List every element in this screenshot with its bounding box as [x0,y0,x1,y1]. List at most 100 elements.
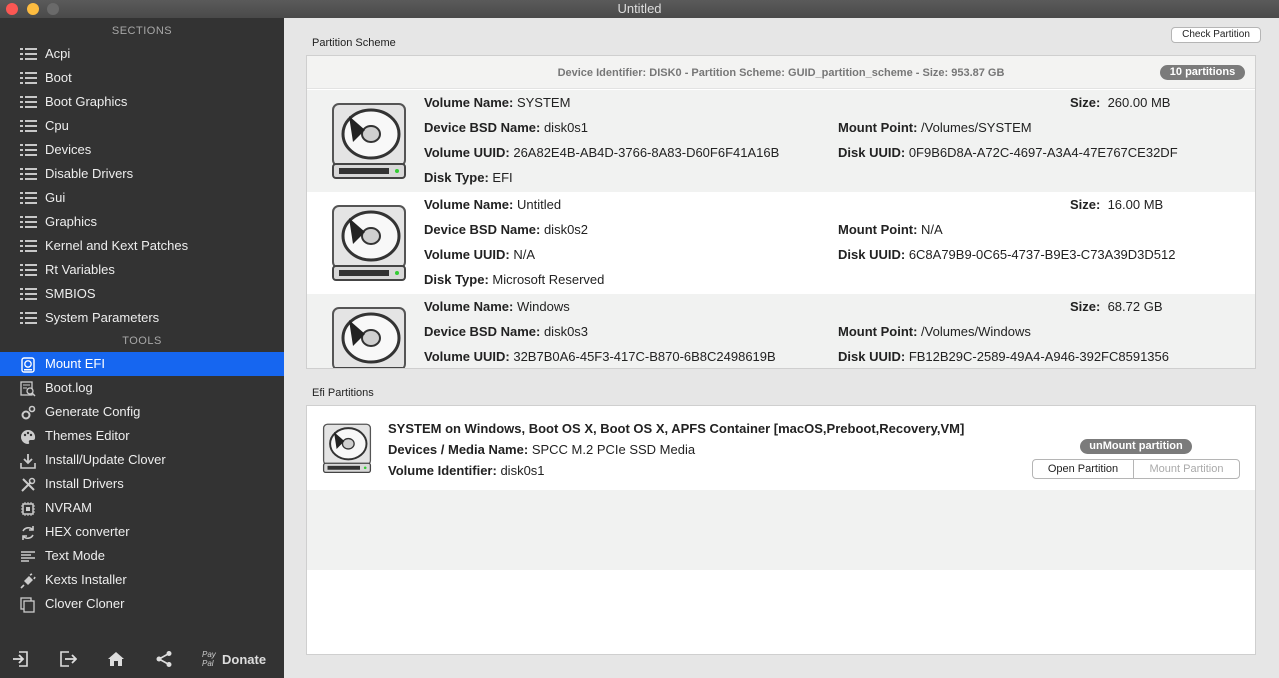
partition-volume-name: Volume Name: Untitled [424,197,562,212]
sidebar-bottom-bar: Pay Pal Donate [0,642,284,678]
sidebar-item-generate-config[interactable]: Generate Config [0,400,284,424]
sidebar-item-boot-log[interactable]: Boot.log [0,376,284,400]
open-partition-button[interactable]: Open Partition [1032,459,1134,479]
log-search-icon [20,381,36,397]
sidebar-item-label: Boot Graphics [45,94,128,109]
sidebar-item-label: HEX converter [45,524,130,539]
partition-row[interactable]: Volume Name: SYSTEM Device BSD Name: disk… [307,90,1255,192]
sidebar-item-system-parameters[interactable]: System Parameters [0,306,284,330]
mount-partition-button[interactable]: Mount Partition [1133,459,1240,479]
sidebar-item-gui[interactable]: Gui [0,186,284,210]
sidebar-item-kernel-and-kext-patches[interactable]: Kernel and Kext Patches [0,234,284,258]
tools-header: TOOLS [122,335,162,347]
efi-partition-row[interactable]: SYSTEM on Windows, Boot OS X, Boot OS X,… [307,406,1255,490]
partition-mount-point: Mount Point: /Volumes/SYSTEM [838,120,1032,135]
efi-partitions-title: Efi Partitions [312,387,374,399]
partition-volume-uuid: Volume UUID: 26A82E4B-AB4D-3766-8A83-D60… [424,145,780,160]
sidebar-item-kexts-installer[interactable]: Kexts Installer [0,568,284,592]
partition-disk-uuid: Disk UUID: FB12B29C-2589-49A4-A946-392FC… [838,349,1169,364]
sidebar-item-install-update-clover[interactable]: Install/Update Clover [0,448,284,472]
window-title: Untitled [617,1,662,16]
partition-bsd-name: Device BSD Name: disk0s1 [424,120,589,135]
check-partition-button[interactable]: Check Partition [1171,27,1261,43]
efi-title: SYSTEM on Windows, Boot OS X, Boot OS X,… [388,421,965,436]
partition-count-badge: 10 partitions [1160,65,1245,80]
mount-status-badge: unMount partition [1080,439,1192,454]
list-icon [0,138,40,162]
partition-volume-name: Volume Name: SYSTEM [424,95,571,110]
sidebar-item-label: SMBIOS [45,286,96,301]
sidebar-item-label: Install/Update Clover [45,452,166,467]
plug-icon [20,573,36,589]
download-icon [20,453,36,469]
partition-scheme-title: Partition Scheme [312,37,396,49]
sidebar-item-hex-converter[interactable]: HEX converter [0,520,284,544]
sidebar-item-label: Mount EFI [45,356,105,371]
partition-size: Size: 68.72 GB [1070,299,1163,314]
sidebar-item-graphics[interactable]: Graphics [0,210,284,234]
list-icon [0,42,40,66]
sidebar-item-boot-graphics[interactable]: Boot Graphics [0,90,284,114]
chip-icon [20,501,36,516]
sidebar-item-label: Disable Drivers [45,166,134,181]
home-icon[interactable] [107,650,127,670]
partition-mount-point: Mount Point: N/A [838,222,943,237]
list-icon [0,114,40,138]
efi-media-name: Devices / Media Name: SPCC M.2 PCIe SSD … [388,442,696,457]
sidebar-item-themes-editor[interactable]: Themes Editor [0,424,284,448]
sidebar-item-label: NVRAM [45,500,92,515]
sections-list: Acpi Boot Boot Graphics Cpu Devices Disable D… [0,42,284,330]
sidebar-item-acpi[interactable]: Acpi [0,42,284,66]
sidebar-item-nvram[interactable]: NVRAM [0,496,284,520]
minimize-window-button[interactable] [27,3,39,15]
text-icon [20,549,36,563]
zoom-window-button[interactable] [47,3,59,15]
efi-empty-row [307,570,1255,654]
sidebar-item-text-mode[interactable]: Text Mode [0,544,284,568]
sidebar-item-mount-efi[interactable]: Mount EFI [0,352,284,376]
disk-icon [20,357,36,373]
import-icon[interactable] [12,650,32,670]
sidebar-item-smbios[interactable]: SMBIOS [0,282,284,306]
list-icon [0,234,40,258]
sidebar-item-label: Generate Config [45,404,141,419]
list-icon [0,282,40,306]
sidebar-item-label: Boot.log [45,380,93,395]
sidebar-item-label: Devices [45,142,92,157]
sidebar-item-label: Text Mode [45,548,105,563]
tools-icon [20,477,36,492]
list-icon [0,210,40,234]
list-icon [0,306,40,330]
sidebar-item-label: Kernel and Kext Patches [45,238,189,253]
sidebar-item-clover-cloner[interactable]: Clover Cloner [0,592,284,616]
sidebar-item-rt-variables[interactable]: Rt Variables [0,258,284,282]
sidebar-item-label: Gui [45,190,66,205]
tools-list: Mount EFI Boot.log Generate Config Themes E… [0,352,284,616]
sidebar-item-label: Install Drivers [45,476,124,491]
list-icon [0,90,40,114]
partition-bsd-name: Device BSD Name: disk0s2 [424,222,589,237]
partition-size: Size: 260.00 MB [1070,95,1171,110]
sidebar-item-install-drivers[interactable]: Install Drivers [0,472,284,496]
partition-disk-uuid: Disk UUID: 6C8A79B9-0C65-4737-B9E3-C73A3… [838,247,1176,262]
partition-row[interactable]: Volume Name: Windows Device BSD Name: dis… [307,294,1255,368]
list-icon [0,258,40,282]
sidebar-item-disable-drivers[interactable]: Disable Drivers [0,162,284,186]
copy-icon [20,597,36,613]
sidebar-item-devices[interactable]: Devices [0,138,284,162]
title-bar: Untitled [0,0,1279,18]
close-window-button[interactable] [6,3,18,15]
partition-size: Size: 16.00 MB [1070,197,1164,212]
app-window: Untitled SECTIONS Acpi Boot Boot Graphics C… [0,0,1279,678]
sidebar-item-boot[interactable]: Boot [0,66,284,90]
hard-drive-icon [321,420,373,474]
partition-bsd-name: Device BSD Name: disk0s3 [424,324,589,339]
sidebar-item-cpu[interactable]: Cpu [0,114,284,138]
list-icon [0,66,40,90]
partition-scheme-header: Device Identifier: DISK0 - Partition Sch… [307,56,1255,89]
export-icon[interactable] [59,650,79,670]
partition-row[interactable]: Volume Name: Untitled Device BSD Name: di… [307,192,1255,294]
partition-scheme-panel: Device Identifier: DISK0 - Partition Sch… [306,55,1256,369]
sidebar-item-label: Boot [45,70,72,85]
share-icon[interactable] [155,650,175,670]
